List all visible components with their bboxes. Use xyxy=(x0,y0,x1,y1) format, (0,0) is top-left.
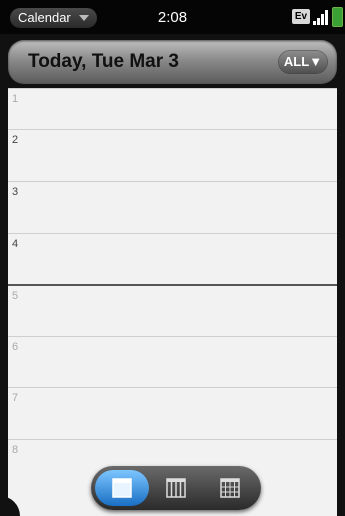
calendar-filter-button[interactable]: ALL▼ xyxy=(279,51,327,73)
calendar-header: Today, Tue Mar 3 ALL▼ xyxy=(8,40,337,84)
status-bar: Calendar 2:08 Ev xyxy=(0,0,345,34)
hour-label: 7 xyxy=(12,392,19,404)
hour-row[interactable]: 3 xyxy=(8,181,337,233)
view-switcher xyxy=(91,466,261,510)
signal-strength-icon xyxy=(313,9,329,25)
bottom-toolbar xyxy=(0,456,345,516)
day-view-icon xyxy=(112,478,132,498)
hour-label: 4 xyxy=(12,238,19,250)
month-view-icon xyxy=(220,478,240,498)
battery-icon xyxy=(332,7,343,27)
hour-row[interactable]: 7 xyxy=(8,387,337,439)
week-view-button[interactable] xyxy=(149,470,203,506)
day-view-button[interactable] xyxy=(95,470,149,506)
hour-label: 8 xyxy=(12,444,19,456)
day-view-grid[interactable]: 1 2 3 4 5 6 7 8 xyxy=(8,88,337,516)
hour-row[interactable]: 6 xyxy=(8,336,337,388)
hour-row[interactable]: 5 xyxy=(8,284,337,337)
hour-label: 5 xyxy=(12,290,19,302)
hour-label: 2 xyxy=(12,134,19,146)
week-view-icon xyxy=(166,478,186,498)
hour-label: 1 xyxy=(12,93,19,105)
hour-row[interactable]: 4 xyxy=(8,233,337,285)
hour-label: 3 xyxy=(12,186,19,198)
hour-row[interactable]: 2 xyxy=(8,129,337,181)
page-title[interactable]: Today, Tue Mar 3 xyxy=(28,51,179,73)
network-type-badge: Ev xyxy=(292,9,310,24)
month-view-button[interactable] xyxy=(203,470,257,506)
hour-label: 6 xyxy=(12,341,19,353)
